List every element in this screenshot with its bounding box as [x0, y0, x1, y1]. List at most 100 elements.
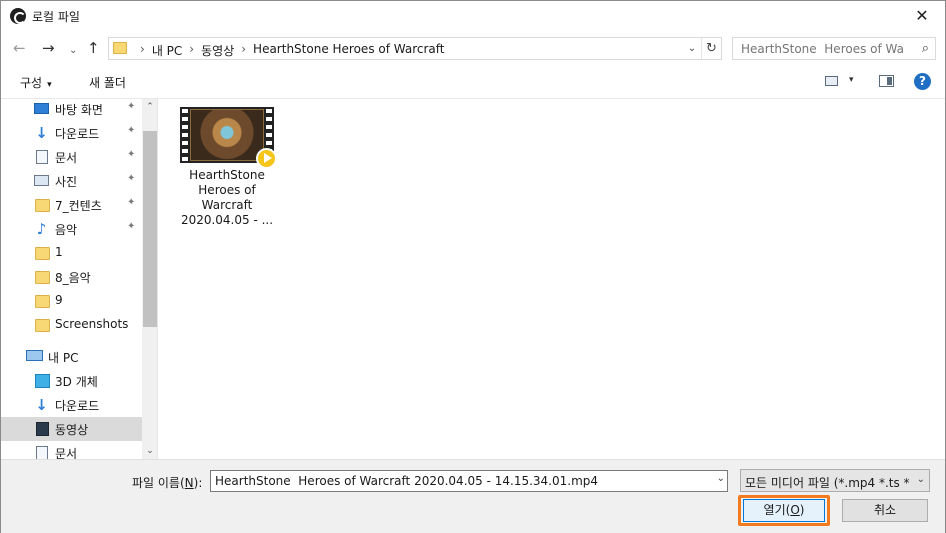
- obs-app-icon: [10, 8, 26, 24]
- download-icon: ↓: [35, 396, 48, 414]
- video-frame-image: [190, 109, 264, 161]
- pin-icon: ✦: [127, 125, 136, 136]
- sidebar-item-label: 9: [55, 293, 63, 307]
- pin-icon: ✦: [127, 197, 136, 208]
- scroll-down-button[interactable]: ⌄: [142, 443, 157, 459]
- sidebar-item-music[interactable]: ♪ 음악 ✦: [1, 217, 142, 241]
- folder-icon: [35, 319, 50, 332]
- sidebar-item-7-contents[interactable]: 7_컨텐츠 ✦: [1, 193, 142, 217]
- folder-icon: [35, 199, 50, 212]
- download-icon: ↓: [35, 124, 48, 142]
- sidebar-item-label: 8_음악: [55, 271, 91, 285]
- file-type-filter-value: 모든 미디어 파일 (*.mp4 *.ts *: [745, 476, 910, 490]
- sidebar-item-downloads-pc[interactable]: ↓ 다운로드: [1, 393, 142, 417]
- sidebar-item-label: 내 PC: [48, 351, 79, 365]
- sidebar-item-downloads[interactable]: ↓ 다운로드 ✦: [1, 121, 142, 145]
- file-type-filter-select[interactable]: 모든 미디어 파일 (*.mp4 *.ts * ⌄: [740, 469, 930, 492]
- address-bar[interactable]: › 내 PC › 동영상 › HearthStone Heroes of War…: [108, 37, 722, 60]
- change-view-icon[interactable]: [825, 76, 838, 86]
- folder-icon: [113, 42, 127, 54]
- close-button[interactable]: ✕: [899, 1, 945, 31]
- organize-menu-button[interactable]: 구성 ▾: [20, 74, 52, 91]
- chevron-down-icon: ⌄: [916, 474, 925, 485]
- refresh-button[interactable]: ↻: [701, 38, 721, 59]
- breadcrumb: › 내 PC › 동영상 › HearthStone Heroes of War…: [133, 42, 445, 59]
- sidebar-item-label: 음악: [55, 223, 78, 237]
- sidebar-item-label: 1: [55, 245, 63, 259]
- breadcrumb-item-hearthstone[interactable]: HearthStone Heroes of Warcraft: [253, 42, 444, 59]
- sidebar-item-documents-pc[interactable]: 문서: [1, 441, 142, 459]
- file-list-pane: HearthStone Heroes of Warcraft 2020.04.0…: [159, 99, 945, 459]
- sidebar-item-label: 문서: [55, 447, 78, 459]
- preview-pane-icon[interactable]: [879, 75, 894, 87]
- command-bar: 구성 ▾ 새 폴더 ▾ ?: [1, 65, 945, 99]
- chevron-right-icon: ›: [140, 42, 145, 56]
- sidebar-item-1[interactable]: 1: [1, 241, 142, 265]
- up-button[interactable]: ↑: [87, 40, 100, 56]
- file-name-label: HearthStone Heroes of Warcraft 2020.04.0…: [180, 168, 274, 227]
- window-title: 로컬 파일: [32, 10, 80, 24]
- sidebar-item-pictures[interactable]: 사진 ✦: [1, 169, 142, 193]
- breadcrumb-item-my-pc[interactable]: 내 PC: [152, 42, 182, 59]
- help-icon[interactable]: ?: [914, 73, 931, 90]
- search-box: ⌕: [732, 37, 936, 60]
- sidebar-item-documents[interactable]: 문서 ✦: [1, 145, 142, 169]
- sidebar-item-3d-objects[interactable]: 3D 개체: [1, 369, 142, 393]
- 3d-objects-icon: [35, 374, 50, 388]
- recent-locations-button[interactable]: ⌄: [69, 43, 77, 59]
- forward-button[interactable]: →: [42, 40, 55, 56]
- desktop-icon: [34, 103, 49, 114]
- organize-label: 구성: [20, 76, 43, 90]
- filename-label: 파일 이름(N):: [132, 476, 203, 490]
- sidebar-item-screenshots[interactable]: Screenshots: [1, 313, 142, 337]
- search-input[interactable]: [733, 38, 913, 59]
- folder-icon: [35, 295, 50, 308]
- sidebar-item-label: 동영상: [55, 423, 89, 437]
- open-file-dialog: 로컬 파일 ✕ ← → ⌄ ↑ › 내 PC › 동영상 › HearthSto…: [0, 0, 946, 533]
- caret-down-icon: ▾: [47, 80, 52, 90]
- navigation-bar: ← → ⌄ ↑ › 내 PC › 동영상 › HearthStone Heroe…: [1, 31, 945, 65]
- music-icon: ♪: [36, 220, 47, 238]
- scroll-up-button[interactable]: ⌃: [142, 99, 157, 115]
- file-item[interactable]: HearthStone Heroes of Warcraft 2020.04.0…: [173, 105, 281, 228]
- filename-dropdown-button[interactable]: ⌄: [717, 473, 725, 484]
- video-icon: [36, 422, 49, 436]
- sidebar-item-label: 다운로드: [55, 399, 100, 413]
- sidebar-item-8-music[interactable]: 8_음악: [1, 265, 142, 289]
- pin-icon: ✦: [127, 173, 136, 184]
- title-bar: 로컬 파일 ✕: [1, 1, 945, 31]
- pin-icon: ✦: [127, 101, 136, 112]
- cancel-button[interactable]: 취소: [842, 499, 928, 522]
- filename-input[interactable]: [211, 471, 709, 491]
- back-button[interactable]: ←: [13, 40, 26, 56]
- navigation-pane: 바탕 화면 ✦ ↓ 다운로드 ✦ 문서 ✦ 사진 ✦ 7_컨텐츠 ✦ ♪ 음악 …: [1, 99, 158, 459]
- play-icon: [256, 148, 277, 169]
- view-options-caret-icon[interactable]: ▾: [849, 75, 854, 85]
- sidebar-item-label: 바탕 화면: [55, 103, 103, 117]
- document-icon: [36, 150, 48, 164]
- new-folder-button[interactable]: 새 폴더: [89, 74, 126, 91]
- document-icon: [36, 446, 48, 459]
- sidebar-scrollbar[interactable]: ⌃ ⌄: [142, 99, 157, 459]
- pc-icon: [26, 350, 43, 361]
- pictures-icon: [34, 175, 49, 186]
- sidebar-item-my-pc[interactable]: 내 PC: [1, 345, 142, 369]
- sidebar-item-label: 7_컨텐츠: [55, 199, 102, 213]
- sidebar-item-videos[interactable]: 동영상: [1, 417, 142, 441]
- sidebar-item-label: 사진: [55, 175, 78, 189]
- breadcrumb-item-videos[interactable]: 동영상: [201, 42, 234, 59]
- search-icon[interactable]: ⌕: [922, 41, 929, 56]
- scrollbar-thumb[interactable]: [143, 131, 157, 327]
- sidebar-item-9[interactable]: 9: [1, 289, 142, 313]
- open-button[interactable]: 열기(O): [743, 499, 825, 522]
- video-thumbnail: [180, 105, 277, 169]
- pin-icon: ✦: [127, 149, 136, 160]
- folder-icon: [35, 271, 50, 284]
- sidebar-item-label: 3D 개체: [55, 375, 98, 389]
- sidebar-item-label: Screenshots: [55, 317, 129, 331]
- sidebar-item-label: 문서: [55, 151, 78, 165]
- filename-combobox: ⌄: [210, 470, 728, 492]
- pin-icon: ✦: [127, 221, 136, 232]
- address-dropdown-button[interactable]: ⌄: [684, 41, 700, 57]
- sidebar-item-desktop[interactable]: 바탕 화면 ✦: [1, 99, 142, 121]
